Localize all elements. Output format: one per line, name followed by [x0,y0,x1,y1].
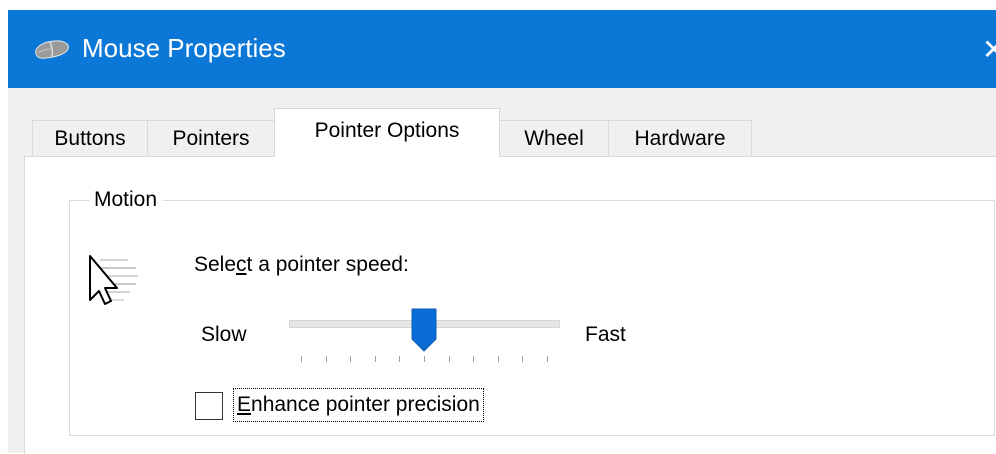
slider-tick [399,356,401,362]
speed-label-pre: Sele [194,253,237,276]
enhance-precision-checkbox[interactable] [195,392,223,420]
mouse-icon [35,40,69,59]
slider-tick [547,356,548,362]
slider-tick [301,356,302,362]
tab-pointers[interactable]: Pointers [147,120,275,156]
speed-label-access-key: c [236,253,247,276]
tab-label: Pointer Options [314,119,460,142]
tab-label: Buttons [54,127,126,150]
tab-pointer-options[interactable]: Pointer Options [274,108,500,157]
slider-tick [497,356,499,362]
window-title: Mouse Properties [82,33,286,63]
slider-tick [424,356,425,362]
close-button[interactable]: ✕ [982,30,996,70]
close-icon: ✕ [982,34,996,65]
title-bar[interactable]: Mouse Properties ✕ [8,10,996,88]
tab-hardware[interactable]: Hardware [608,120,752,156]
dialog-body: Buttons Pointers Pointer Options Wheel H… [8,88,996,454]
tab-panel-pointer-options: Motion [24,156,996,454]
fast-label: Fast [585,323,626,346]
pointer-speed-slider-thumb[interactable] [410,307,438,353]
motion-group-label: Motion [90,185,164,215]
slider-tick [325,356,327,362]
slider-tick [473,356,475,362]
pointer-speed-label: Select a pointer speed: [194,250,409,280]
enhance-precision-label[interactable]: Enhance pointer precision [233,388,484,422]
tab-label: Wheel [524,127,584,150]
tab-wheel[interactable]: Wheel [499,120,609,156]
tab-buttons[interactable]: Buttons [32,120,148,156]
pointer-speed-icon [89,255,138,305]
slider-tick [350,356,352,362]
window-left-edge [0,0,8,453]
slider-tick [522,356,524,362]
tab-label: Hardware [634,127,726,150]
slider-tick [374,356,376,362]
enhance-label-access-key: E [237,393,252,416]
slow-label: Slow [201,323,247,346]
speed-label-post: t a pointer speed: [246,253,409,276]
tab-label: Pointers [172,127,250,150]
enhance-label-rest: nhance pointer precision [251,393,480,416]
slider-tick [448,356,450,362]
